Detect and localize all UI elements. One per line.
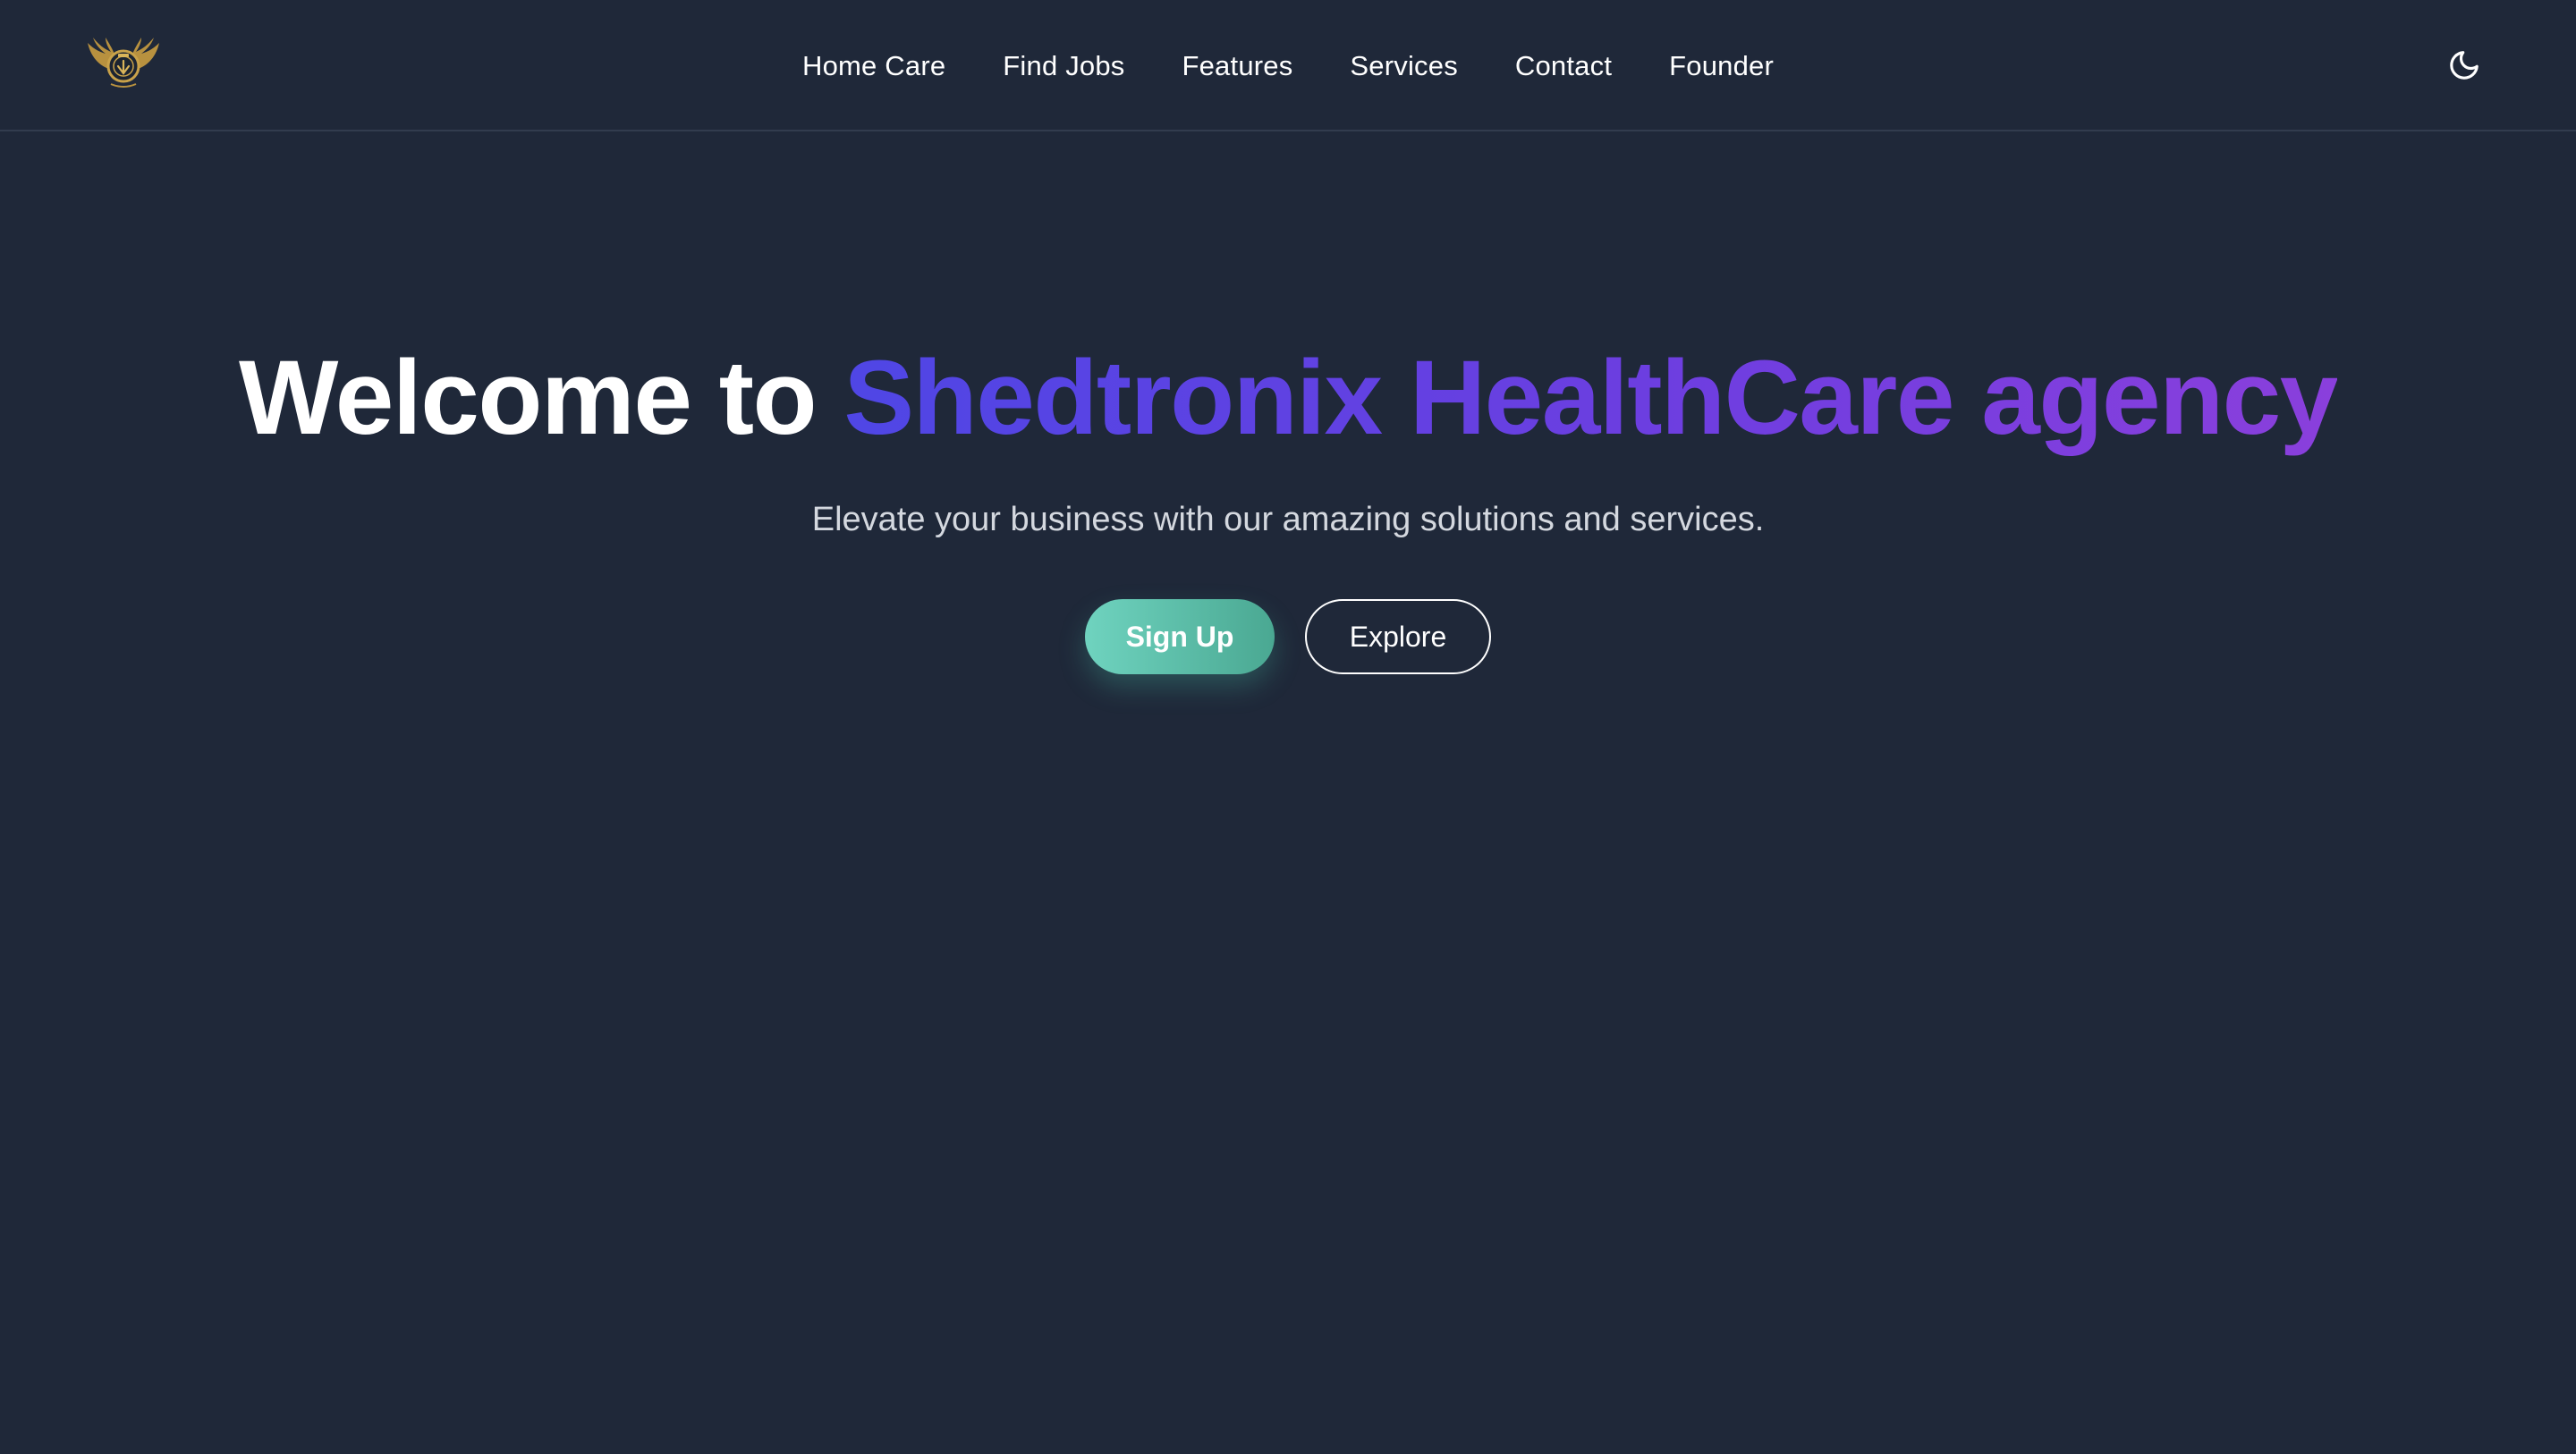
hero-title-prefix: Welcome to — [239, 339, 818, 457]
main-nav: Home Care Find Jobs Features Services Co… — [0, 0, 2576, 131]
moon-icon[interactable] — [2447, 48, 2481, 82]
hero-title: Welcome to Shedtronix HealthCare agency — [0, 331, 2576, 465]
hero-section: Welcome to Shedtronix HealthCare agency … — [0, 331, 2576, 674]
nav-founder[interactable]: Founder — [1669, 50, 1774, 82]
nav-contact[interactable]: Contact — [1515, 50, 1612, 82]
nav-services[interactable]: Services — [1350, 50, 1457, 82]
nav-home-care[interactable]: Home Care — [802, 50, 945, 82]
hero-title-brand: Shedtronix HealthCare agency — [843, 339, 2338, 457]
page: Home Care Find Jobs Features Services Co… — [0, 0, 2576, 1454]
sign-up-button[interactable]: Sign Up — [1085, 599, 1275, 674]
nav-find-jobs[interactable]: Find Jobs — [1003, 50, 1124, 82]
top-navbar: Home Care Find Jobs Features Services Co… — [0, 0, 2576, 131]
nav-features[interactable]: Features — [1182, 50, 1292, 82]
explore-button[interactable]: Explore — [1305, 599, 1491, 674]
hero-subtitle: Elevate your business with our amazing s… — [811, 501, 1765, 538]
hero-buttons: Sign Up Explore — [0, 599, 2576, 674]
